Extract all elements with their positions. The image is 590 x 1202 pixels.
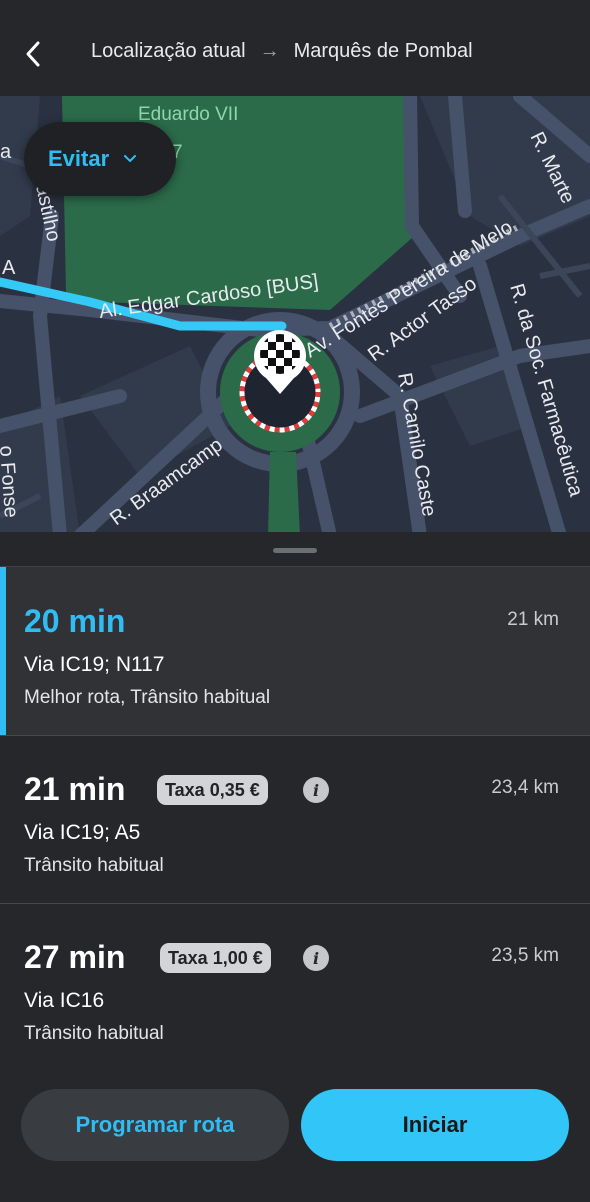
route-title: Localização atual → Marquês de Pombal: [91, 40, 473, 63]
map-label-a-left: A: [2, 257, 16, 279]
info-icon[interactable]: i: [303, 777, 329, 803]
top-bar: Localização atual → Marquês de Pombal: [0, 0, 590, 96]
toll-badge: Taxa 0,35 €: [157, 775, 268, 805]
route-time: 21 min: [24, 771, 126, 807]
route-option-2[interactable]: 21 min Taxa 0,35 € i 23,4 km Via IC19; A…: [0, 735, 590, 904]
arrow-right-icon: →: [259, 40, 280, 62]
route-via: Via IC19; A5: [24, 821, 141, 844]
chevron-down-icon: [124, 155, 137, 162]
destination-label: Marquês de Pombal: [293, 40, 473, 62]
chevron-left-icon: [26, 41, 40, 67]
sheet-drag-handle[interactable]: [273, 548, 317, 553]
toll-badge: Taxa 1,00 €: [160, 943, 271, 973]
action-bar: Programar rota Iniciar: [0, 1072, 590, 1202]
origin-label: Localização atual: [91, 40, 246, 62]
selected-indicator: [0, 567, 6, 735]
route-traffic: Trânsito habitual: [24, 1023, 164, 1044]
info-icon[interactable]: i: [303, 945, 329, 971]
route-option-1[interactable]: 20 min 21 km Via IC19; N117 Melhor rota,…: [0, 567, 590, 736]
route-via: Via IC19; N117: [24, 653, 165, 676]
map-label-fonseca: o Fonse: [0, 445, 22, 519]
map-label-a-top: a: [0, 141, 12, 163]
map-label-park: Eduardo VII: [138, 104, 238, 125]
route-via: Via IC16: [24, 989, 105, 1012]
schedule-route-button[interactable]: Programar rota: [21, 1089, 289, 1161]
back-button[interactable]: [18, 34, 48, 74]
avoid-dropdown-button[interactable]: Evitar: [24, 122, 176, 196]
route-distance: 23,4 km: [491, 777, 559, 798]
route-traffic: Trânsito habitual: [24, 855, 164, 876]
start-button[interactable]: Iniciar: [301, 1089, 569, 1161]
map-view[interactable]: Eduardo VII 7 Al. Edgar Cardoso [BUS] Av…: [0, 96, 590, 536]
route-time: 20 min: [24, 603, 126, 639]
route-time: 27 min: [24, 939, 126, 975]
route-traffic: Melhor rota, Trânsito habitual: [24, 687, 271, 708]
avoid-label: Evitar: [48, 146, 110, 171]
route-option-3[interactable]: 27 min Taxa 1,00 € i 23,5 km Via IC16 Tr…: [0, 903, 590, 1071]
route-distance: 21 km: [507, 609, 559, 630]
route-distance: 23,5 km: [491, 945, 559, 966]
